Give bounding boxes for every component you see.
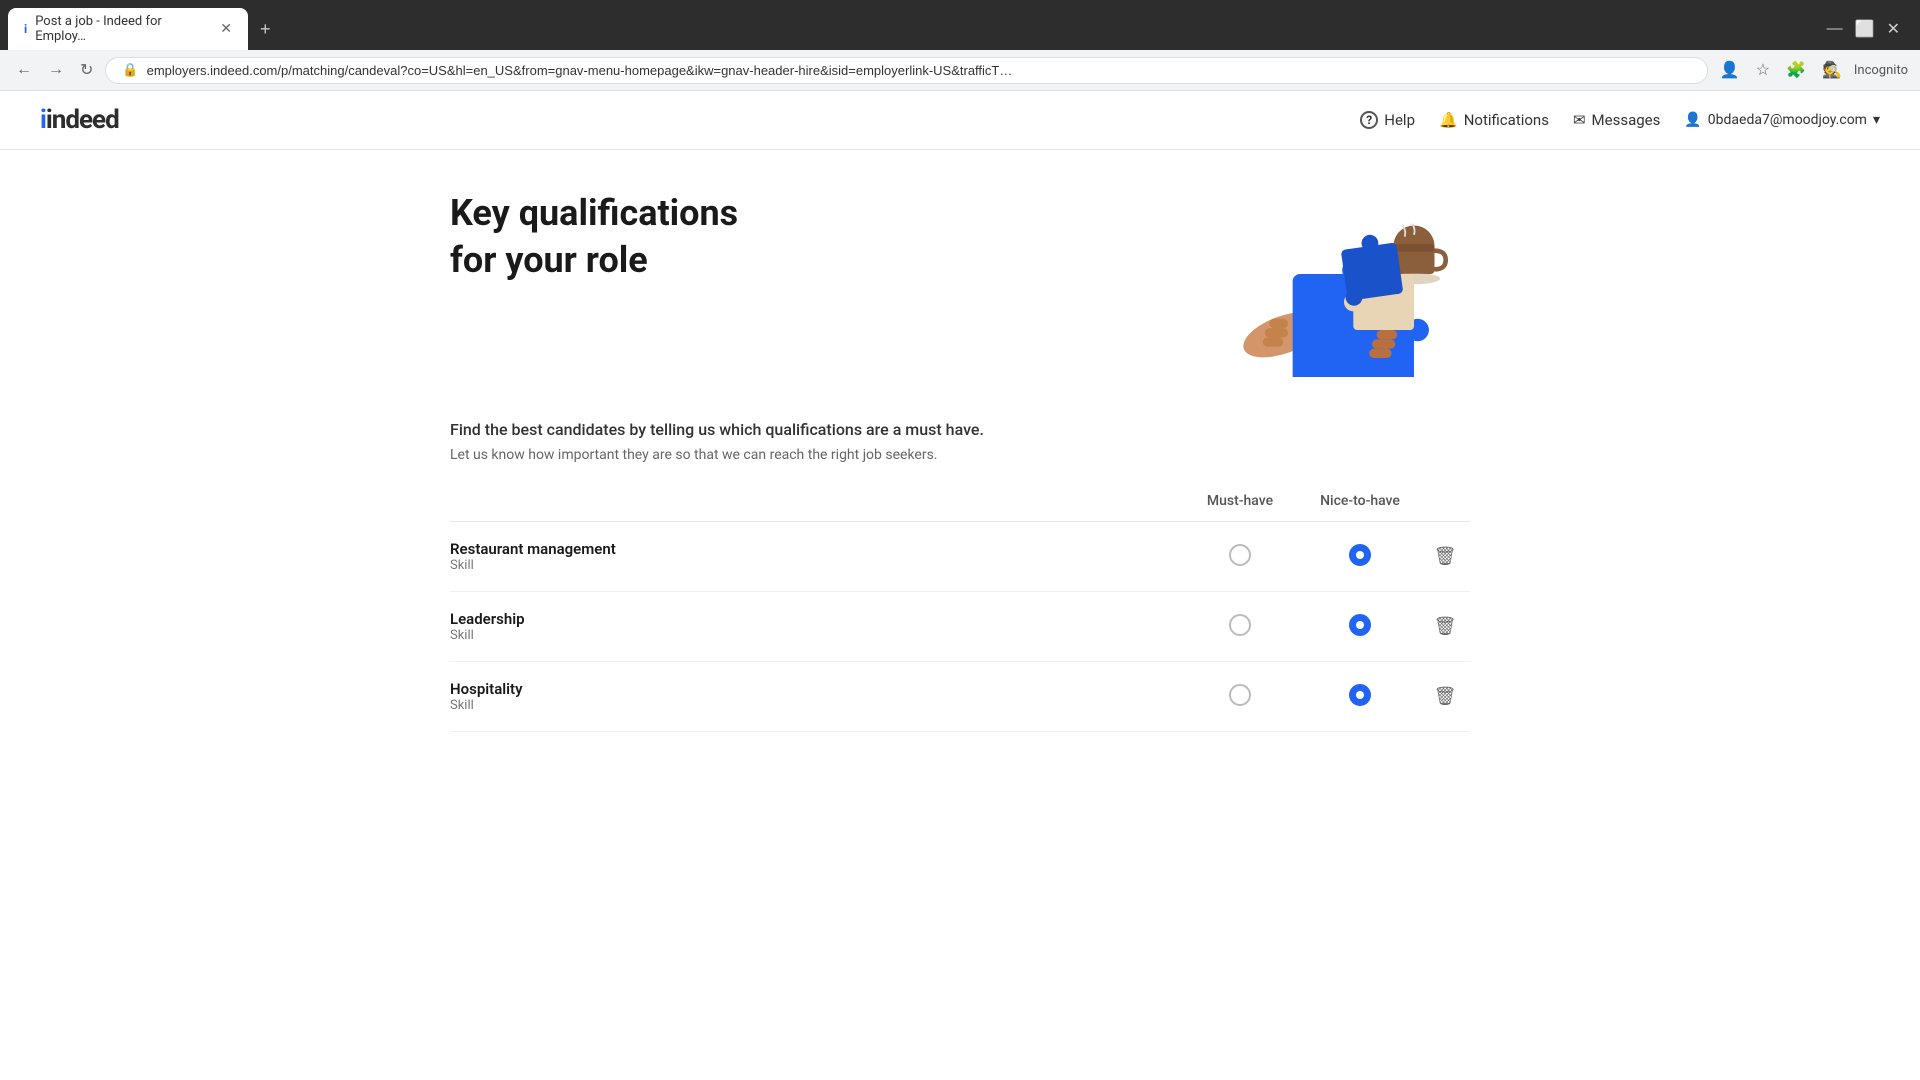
- col-must-header: Must-have: [1180, 493, 1300, 509]
- messages-label: Messages: [1592, 111, 1661, 129]
- tab-bar: i Post a job - Indeed for Employ… ✕ + — …: [0, 8, 1920, 50]
- tab-title: Post a job - Indeed for Employ…: [35, 14, 212, 44]
- table-row: Hospitality Skill 🗑: [450, 662, 1470, 732]
- profile-icon[interactable]: 👤: [1716, 56, 1744, 84]
- qual-name-col: Restaurant management Skill: [450, 540, 1180, 573]
- must-have-radio[interactable]: [1229, 614, 1251, 636]
- incognito-icon[interactable]: 🕵: [1818, 56, 1846, 84]
- qual-type: Skill: [450, 628, 1180, 643]
- hero-section: Key qualifications for your role: [450, 190, 1470, 370]
- extension-icon[interactable]: 🧩: [1782, 56, 1810, 84]
- hero-text: Key qualifications for your role: [450, 190, 790, 284]
- dropdown-icon: ▾: [1873, 112, 1880, 128]
- qual-name-col: Leadership Skill: [450, 610, 1180, 643]
- window-controls: — ⬜ ✕: [1827, 19, 1912, 39]
- url-input[interactable]: [147, 63, 1691, 78]
- toolbar-icons: 👤 ☆ 🧩 🕵 Incognito: [1716, 56, 1908, 84]
- puzzle-illustration: [1190, 190, 1470, 370]
- qual-name-col: Hospitality Skill: [450, 680, 1180, 713]
- help-link[interactable]: ? Help: [1360, 111, 1415, 129]
- page-header: iindeed ? Help 🔔 Notifications ✉ Message…: [0, 91, 1920, 150]
- notifications-label: Notifications: [1464, 111, 1549, 129]
- must-have-col: [1180, 684, 1300, 710]
- nice-to-have-col: [1300, 614, 1420, 640]
- main-content: Key qualifications for your role: [430, 150, 1490, 772]
- bookmark-icon[interactable]: ☆: [1752, 56, 1774, 84]
- table-row: Restaurant management Skill 🗑: [450, 522, 1470, 592]
- table-row: Leadership Skill 🗑: [450, 592, 1470, 662]
- delete-button[interactable]: 🗑: [1430, 542, 1461, 571]
- tab-favicon: i: [24, 22, 27, 36]
- nice-to-have-col: [1300, 684, 1420, 710]
- nice-to-have-col: [1300, 544, 1420, 570]
- nice-to-have-radio[interactable]: [1349, 544, 1371, 566]
- forward-button[interactable]: →: [44, 57, 68, 83]
- qual-title: Leadership: [450, 610, 1180, 628]
- must-have-col: [1180, 544, 1300, 570]
- qualifications-intro: Find the best candidates by telling us w…: [450, 420, 1470, 463]
- maximize-button[interactable]: ⬜: [1855, 19, 1875, 39]
- delete-button[interactable]: 🗑: [1430, 612, 1461, 641]
- header-nav: ? Help 🔔 Notifications ✉ Messages 👤 0bda…: [1360, 111, 1880, 129]
- lock-icon: 🔒: [122, 63, 138, 78]
- qualifications-table: Must-have Nice-to-have Restaurant manage…: [450, 493, 1470, 732]
- tab-close-button[interactable]: ✕: [220, 21, 232, 37]
- new-tab-button[interactable]: +: [252, 15, 279, 44]
- user-menu[interactable]: 👤 0bdaeda7@moodjoy.com ▾: [1684, 112, 1880, 128]
- minimize-button[interactable]: —: [1827, 19, 1843, 39]
- must-have-col: [1180, 614, 1300, 640]
- close-button[interactable]: ✕: [1887, 19, 1900, 39]
- browser-chrome: i Post a job - Indeed for Employ… ✕ + — …: [0, 0, 1920, 91]
- back-button[interactable]: ←: [12, 57, 36, 83]
- hero-title: Key qualifications for your role: [450, 190, 790, 284]
- qual-type: Skill: [450, 698, 1180, 713]
- nice-to-have-radio[interactable]: [1349, 684, 1371, 706]
- qual-title: Hospitality: [450, 680, 1180, 698]
- user-email: 0bdaeda7@moodjoy.com: [1708, 112, 1867, 128]
- incognito-label: Incognito: [1854, 63, 1908, 78]
- must-have-radio[interactable]: [1229, 544, 1251, 566]
- messages-link[interactable]: ✉ Messages: [1573, 111, 1660, 129]
- reload-button[interactable]: ↻: [76, 56, 97, 84]
- bell-icon: 🔔: [1439, 111, 1458, 129]
- browser-toolbar: ← → ↻ 🔒 👤 ☆ 🧩 🕵 Incognito: [0, 50, 1920, 91]
- col-nice-header: Nice-to-have: [1300, 493, 1420, 509]
- table-header: Must-have Nice-to-have: [450, 493, 1470, 522]
- intro-secondary: Let us know how important they are so th…: [450, 447, 1470, 463]
- help-icon: ?: [1360, 111, 1378, 129]
- active-tab[interactable]: i Post a job - Indeed for Employ… ✕: [8, 8, 248, 50]
- user-icon: 👤: [1684, 112, 1701, 128]
- delete-col: 🗑: [1420, 612, 1470, 641]
- help-label: Help: [1384, 111, 1415, 129]
- intro-primary: Find the best candidates by telling us w…: [450, 420, 1470, 439]
- address-bar[interactable]: 🔒: [105, 57, 1707, 84]
- must-have-radio[interactable]: [1229, 684, 1251, 706]
- delete-col: 🗑: [1420, 682, 1470, 711]
- indeed-logo[interactable]: iindeed: [40, 105, 119, 135]
- puzzle-svg: [1190, 190, 1470, 377]
- notifications-link[interactable]: 🔔 Notifications: [1439, 111, 1549, 129]
- nice-to-have-radio[interactable]: [1349, 614, 1371, 636]
- mail-icon: ✉: [1573, 111, 1586, 129]
- qual-type: Skill: [450, 558, 1180, 573]
- qual-title: Restaurant management: [450, 540, 1180, 558]
- delete-col: 🗑: [1420, 542, 1470, 571]
- delete-button[interactable]: 🗑: [1430, 682, 1461, 711]
